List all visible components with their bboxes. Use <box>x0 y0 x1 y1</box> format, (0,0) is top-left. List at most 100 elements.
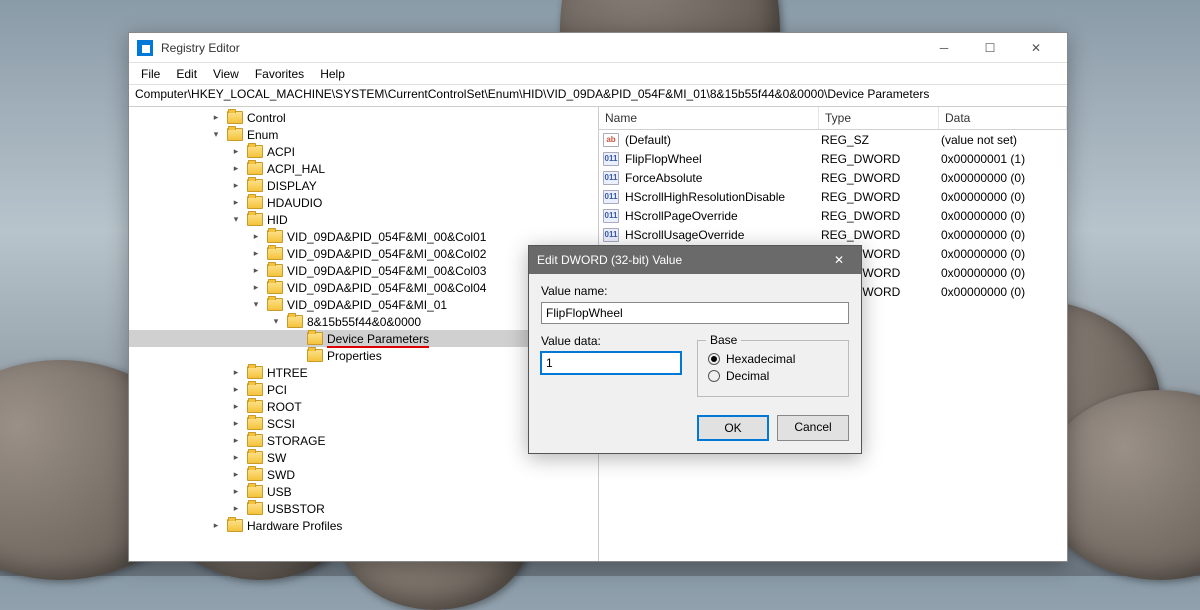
expand-icon[interactable]: ▸ <box>229 469 243 480</box>
expand-icon[interactable]: ▸ <box>229 146 243 157</box>
expand-icon[interactable]: ▸ <box>229 197 243 208</box>
value-data: (value not set) <box>939 133 1067 147</box>
list-header: Name Type Data <box>599 107 1067 130</box>
dialog-close-button[interactable]: ✕ <box>825 246 853 274</box>
hexadecimal-radio[interactable]: Hexadecimal <box>708 352 838 366</box>
collapse-icon[interactable]: ▾ <box>269 316 283 327</box>
folder-icon <box>247 451 263 464</box>
dword-value-icon: 011 <box>603 171 619 185</box>
value-row[interactable]: 011HScrollUsageOverrideREG_DWORD0x000000… <box>599 225 1067 244</box>
folder-icon <box>247 366 263 379</box>
tree-item-label: Hardware Profiles <box>247 519 342 533</box>
tree-item-label: USB <box>267 485 292 499</box>
tree-item[interactable]: ▸VID_09DA&PID_054F&MI_00&Col01 <box>129 228 598 245</box>
tree-item[interactable]: ▸ USBSTOR <box>129 500 598 517</box>
expand-icon[interactable]: ▸ <box>209 520 223 531</box>
value-data: 0x00000000 (0) <box>939 209 1067 223</box>
tree-item-label: ACPI_HAL <box>267 162 325 176</box>
tree-item[interactable]: ▸ Hardware Profiles <box>129 517 598 534</box>
expand-icon[interactable]: ▸ <box>229 180 243 191</box>
folder-icon <box>247 434 263 447</box>
value-data: 0x00000001 (1) <box>939 152 1067 166</box>
tree-item-label: SCSI <box>267 417 295 431</box>
expand-icon[interactable]: ▸ <box>229 401 243 412</box>
window-title: Registry Editor <box>161 41 921 55</box>
value-name: FlipFlopWheel <box>623 152 819 166</box>
tree-item[interactable]: ▸ ACPI_HAL <box>129 160 598 177</box>
tree-item[interactable]: ▸ACPI <box>129 143 598 160</box>
tree-item-label: PCI <box>267 383 287 397</box>
decimal-radio[interactable]: Decimal <box>708 369 838 383</box>
collapse-icon[interactable]: ▾ <box>229 214 243 225</box>
value-data: 0x00000000 (0) <box>939 266 1067 280</box>
tree-item[interactable]: ▸Control <box>129 109 598 126</box>
column-data[interactable]: Data <box>939 107 1067 129</box>
expand-icon[interactable]: ▸ <box>229 384 243 395</box>
value-type: REG_DWORD <box>819 171 939 185</box>
tree-item-label: USBSTOR <box>267 502 325 516</box>
menu-help[interactable]: Help <box>312 64 353 84</box>
value-type: REG_DWORD <box>819 152 939 166</box>
value-name-input[interactable] <box>541 302 849 324</box>
string-value-icon: ab <box>603 133 619 147</box>
value-data-input[interactable] <box>541 352 681 374</box>
value-row[interactable]: 011HScrollPageOverrideREG_DWORD0x0000000… <box>599 206 1067 225</box>
dword-value-icon: 011 <box>603 228 619 242</box>
expand-icon[interactable]: ▸ <box>249 282 263 293</box>
folder-icon <box>247 502 263 515</box>
folder-icon <box>267 281 283 294</box>
tree-item-label: 8&15b55f44&0&0000 <box>307 315 421 329</box>
menu-file[interactable]: File <box>133 64 168 84</box>
expand-icon[interactable]: ▸ <box>249 248 263 259</box>
cancel-button[interactable]: Cancel <box>777 415 849 441</box>
minimize-button[interactable]: ─ <box>921 33 967 63</box>
dec-label: Decimal <box>726 369 769 383</box>
menu-edit[interactable]: Edit <box>168 64 205 84</box>
menu-view[interactable]: View <box>205 64 247 84</box>
collapse-icon[interactable]: ▾ <box>209 129 223 140</box>
menu-favorites[interactable]: Favorites <box>247 64 312 84</box>
tree-item-label: Device Parameters <box>327 332 429 346</box>
tree-item[interactable]: ▸DISPLAY <box>129 177 598 194</box>
tree-item-label: VID_09DA&PID_054F&MI_00&Col03 <box>287 264 486 278</box>
tree-item-label: VID_09DA&PID_054F&MI_01 <box>287 298 447 312</box>
dialog-titlebar[interactable]: Edit DWORD (32-bit) Value ✕ <box>529 246 861 274</box>
value-type: REG_DWORD <box>819 190 939 204</box>
expand-icon[interactable]: ▸ <box>249 231 263 242</box>
address-bar[interactable]: Computer\HKEY_LOCAL_MACHINE\SYSTEM\Curre… <box>129 85 1067 107</box>
tree-item[interactable]: ▸HDAUDIO <box>129 194 598 211</box>
expand-icon[interactable]: ▸ <box>229 486 243 497</box>
column-name[interactable]: Name <box>599 107 819 129</box>
expand-icon[interactable]: ▸ <box>229 503 243 514</box>
expand-icon[interactable]: ▸ <box>229 418 243 429</box>
value-row[interactable]: 011FlipFlopWheelREG_DWORD0x00000001 (1) <box>599 149 1067 168</box>
value-data: 0x00000000 (0) <box>939 171 1067 185</box>
value-type: REG_DWORD <box>819 209 939 223</box>
tree-item[interactable]: ▸SWD <box>129 466 598 483</box>
tree-item[interactable]: ▸ USB <box>129 483 598 500</box>
value-name: (Default) <box>623 133 819 147</box>
expand-icon[interactable]: ▸ <box>229 163 243 174</box>
value-data: 0x00000000 (0) <box>939 228 1067 242</box>
titlebar[interactable]: Registry Editor ─ ☐ ✕ <box>129 33 1067 63</box>
expand-icon[interactable]: ▸ <box>209 112 223 123</box>
expand-icon[interactable]: ▸ <box>229 367 243 378</box>
ok-button[interactable]: OK <box>697 415 769 441</box>
maximize-button[interactable]: ☐ <box>967 33 1013 63</box>
close-button[interactable]: ✕ <box>1013 33 1059 63</box>
folder-icon <box>247 196 263 209</box>
collapse-icon[interactable]: ▾ <box>249 299 263 310</box>
folder-icon <box>247 162 263 175</box>
value-row[interactable]: 011HScrollHighResolutionDisableREG_DWORD… <box>599 187 1067 206</box>
column-type[interactable]: Type <box>819 107 939 129</box>
hex-label: Hexadecimal <box>726 352 795 366</box>
value-row[interactable]: 011ForceAbsoluteREG_DWORD0x00000000 (0) <box>599 168 1067 187</box>
expand-icon[interactable]: ▸ <box>229 452 243 463</box>
value-row[interactable]: ab(Default)REG_SZ(value not set) <box>599 130 1067 149</box>
expand-icon[interactable]: ▸ <box>249 265 263 276</box>
tree-item[interactable]: ▾Enum <box>129 126 598 143</box>
dword-value-icon: 011 <box>603 190 619 204</box>
expand-icon[interactable]: ▸ <box>229 435 243 446</box>
edit-dword-dialog: Edit DWORD (32-bit) Value ✕ Value name: … <box>528 245 862 454</box>
tree-item[interactable]: ▾HID <box>129 211 598 228</box>
